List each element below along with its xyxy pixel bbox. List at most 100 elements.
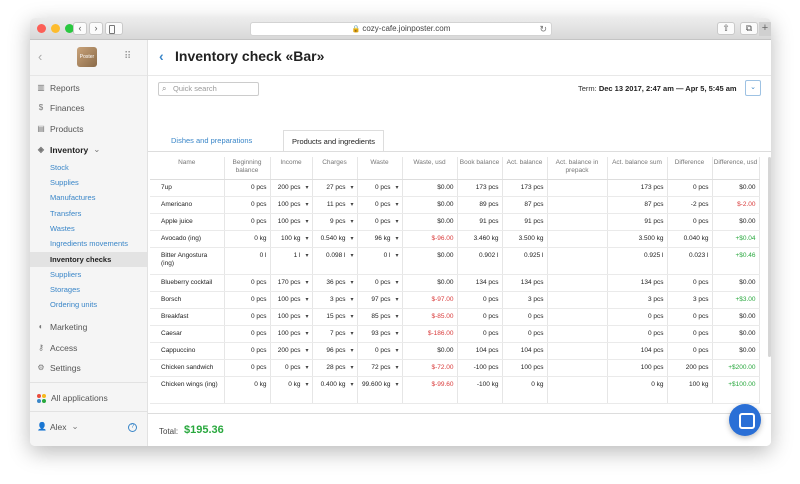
tab-overview-button[interactable]: ⧉: [740, 22, 758, 35]
unit-select-cell[interactable]: 36 pcs: [312, 274, 358, 292]
column-header[interactable]: Difference: [667, 157, 713, 180]
editable-cell[interactable]: 0 pcs: [224, 325, 271, 343]
grid-menu-icon[interactable]: ⠿: [124, 51, 131, 62]
sidebar-item-ingredients-movements[interactable]: Ingredients movements: [50, 239, 128, 248]
editable-cell[interactable]: 0 pcs: [667, 342, 713, 360]
unit-select-cell[interactable]: 0 kg: [270, 376, 313, 404]
sidebar-item-reports[interactable]: ▥ Reports: [37, 83, 80, 93]
editable-cell[interactable]: 134 pcs: [502, 274, 548, 292]
unit-select-cell[interactable]: 100 pcs: [270, 308, 313, 326]
browser-back-button[interactable]: ‹: [73, 22, 87, 35]
table-row[interactable]: 7up0 pcs200 pcs27 pcs0 pcs$0.00173 pcs17…: [150, 179, 760, 197]
unit-select-cell[interactable]: 27 pcs: [312, 179, 358, 197]
sidebar-item-marketing[interactable]: ◐ Marketing: [37, 322, 88, 332]
column-header[interactable]: Act. balance: [502, 157, 548, 180]
address-bar[interactable]: 🔒 cozy-cafe.joinposter.com ↻: [250, 22, 552, 36]
editable-cell[interactable]: 0 pcs: [224, 274, 271, 292]
browser-sidebar-toggle-icon[interactable]: [105, 22, 123, 35]
unit-select-cell[interactable]: 15 pcs: [312, 308, 358, 326]
sidebar-item-stock[interactable]: Stock: [50, 163, 69, 172]
table-row[interactable]: Avocado (ing)0 kg100 kg0.540 kg96 kg$-96…: [150, 230, 760, 248]
column-header[interactable]: Act. balance sum: [607, 157, 668, 180]
help-icon[interactable]: ?: [128, 423, 137, 432]
column-header[interactable]: Book balance: [457, 157, 503, 180]
editable-cell[interactable]: 0 pcs: [224, 213, 271, 231]
user-menu[interactable]: 👤 Alex ⌄: [37, 421, 79, 432]
sidebar-item-suppliers[interactable]: Suppliers: [50, 270, 81, 279]
sidebar-item-supplies[interactable]: Supplies: [50, 178, 79, 187]
column-header[interactable]: Income: [270, 157, 313, 180]
unit-select-cell[interactable]: 0 pcs: [357, 179, 403, 197]
sidebar-item-inventory-checks[interactable]: Inventory checks: [30, 252, 147, 267]
unit-select-cell[interactable]: 99.600 kg: [357, 376, 403, 404]
table-row[interactable]: Caesar0 pcs100 pcs7 pcs93 pcs$-186.000 p…: [150, 325, 760, 343]
unit-select-cell[interactable]: 85 pcs: [357, 308, 403, 326]
editable-cell[interactable]: 3 pcs: [502, 291, 548, 309]
table-row[interactable]: Americano0 pcs100 pcs11 pcs0 pcs$0.0089 …: [150, 196, 760, 214]
editable-cell[interactable]: 0.023 l: [667, 247, 713, 275]
unit-select-cell[interactable]: 1 l: [270, 247, 313, 275]
sidebar-item-access[interactable]: ⚷ Access: [37, 343, 77, 353]
table-row[interactable]: Bitter Angostura (ing)0 l1 l0.098 l0 l$0…: [150, 247, 760, 275]
unit-select-cell[interactable]: 100 pcs: [270, 325, 313, 343]
editable-cell[interactable]: 91 pcs: [502, 213, 548, 231]
tab-products-and-ingredients[interactable]: Products and ingredients: [283, 130, 384, 152]
editable-cell[interactable]: 100 kg: [667, 376, 713, 404]
editable-cell[interactable]: 0 pcs: [502, 308, 548, 326]
unit-select-cell[interactable]: 0 pcs: [357, 213, 403, 231]
editable-cell[interactable]: 104 pcs: [502, 342, 548, 360]
editable-cell[interactable]: 0 kg: [224, 376, 271, 404]
editable-cell[interactable]: 0 pcs: [224, 359, 271, 377]
column-header[interactable]: Difference, usd: [712, 157, 760, 180]
unit-select-cell[interactable]: 0 pcs: [270, 359, 313, 377]
column-header[interactable]: Waste, usd: [402, 157, 458, 180]
tab-dishes-and-preparations[interactable]: Dishes and preparations: [163, 130, 260, 152]
unit-select-cell[interactable]: 200 pcs: [270, 179, 313, 197]
editable-cell[interactable]: 0.040 kg: [667, 230, 713, 248]
chat-support-button[interactable]: [729, 404, 761, 436]
search-input[interactable]: ⌕ Quick search: [158, 82, 259, 96]
unit-select-cell[interactable]: 11 pcs: [312, 196, 358, 214]
sidebar-item-storages[interactable]: Storages: [50, 285, 80, 294]
editable-cell[interactable]: 0 pcs: [667, 308, 713, 326]
sidebar-item-finances[interactable]: $ Finances: [37, 103, 85, 113]
table-row[interactable]: Cappuccino0 pcs200 pcs96 pcs0 pcs$0.0010…: [150, 342, 760, 360]
editable-cell[interactable]: 0 pcs: [667, 274, 713, 292]
unit-select-cell[interactable]: 0 l: [357, 247, 403, 275]
sidebar-item-products[interactable]: ▤ Products: [37, 124, 83, 134]
unit-select-cell[interactable]: 96 kg: [357, 230, 403, 248]
editable-cell[interactable]: 200 pcs: [667, 359, 713, 377]
unit-select-cell[interactable]: 170 pcs: [270, 274, 313, 292]
share-button[interactable]: ⇧: [717, 22, 735, 35]
editable-cell[interactable]: 0 kg: [224, 230, 271, 248]
editable-cell[interactable]: 0 pcs: [502, 325, 548, 343]
browser-forward-button[interactable]: ›: [89, 22, 103, 35]
unit-select-cell[interactable]: 7 pcs: [312, 325, 358, 343]
unit-select-cell[interactable]: 0 pcs: [357, 342, 403, 360]
column-header[interactable]: Waste: [357, 157, 403, 180]
editable-cell[interactable]: 0 pcs: [224, 291, 271, 309]
editable-cell[interactable]: 0 pcs: [667, 179, 713, 197]
unit-select-cell[interactable]: 0.098 l: [312, 247, 358, 275]
unit-select-cell[interactable]: 0.400 kg: [312, 376, 358, 404]
table-row[interactable]: Breakfast0 pcs100 pcs15 pcs85 pcs$-85.00…: [150, 308, 760, 326]
table-row[interactable]: Chicken sandwich0 pcs0 pcs28 pcs72 pcs$-…: [150, 359, 760, 377]
editable-cell[interactable]: 3.500 kg: [502, 230, 548, 248]
table-row[interactable]: Apple juice0 pcs100 pcs9 pcs0 pcs$0.0091…: [150, 213, 760, 231]
editable-cell[interactable]: 0.925 l: [502, 247, 548, 275]
sidebar-item-ordering-units[interactable]: Ordering units: [50, 300, 97, 309]
unit-select-cell[interactable]: 3 pcs: [312, 291, 358, 309]
editable-cell[interactable]: 0 pcs: [667, 325, 713, 343]
close-window-button[interactable]: [37, 24, 46, 33]
unit-select-cell[interactable]: 9 pcs: [312, 213, 358, 231]
new-tab-button[interactable]: +: [759, 22, 771, 36]
unit-select-cell[interactable]: 28 pcs: [312, 359, 358, 377]
sidebar-item-inventory[interactable]: ◈ Inventory ⌄: [37, 144, 100, 155]
table-row[interactable]: Blueberry cocktail0 pcs170 pcs36 pcs0 pc…: [150, 274, 760, 292]
editable-cell[interactable]: 0 pcs: [224, 196, 271, 214]
column-header[interactable]: Name: [150, 157, 225, 180]
unit-select-cell[interactable]: 100 pcs: [270, 196, 313, 214]
unit-select-cell[interactable]: 96 pcs: [312, 342, 358, 360]
editable-cell[interactable]: -2 pcs: [667, 196, 713, 214]
reload-icon[interactable]: ↻: [539, 23, 547, 35]
